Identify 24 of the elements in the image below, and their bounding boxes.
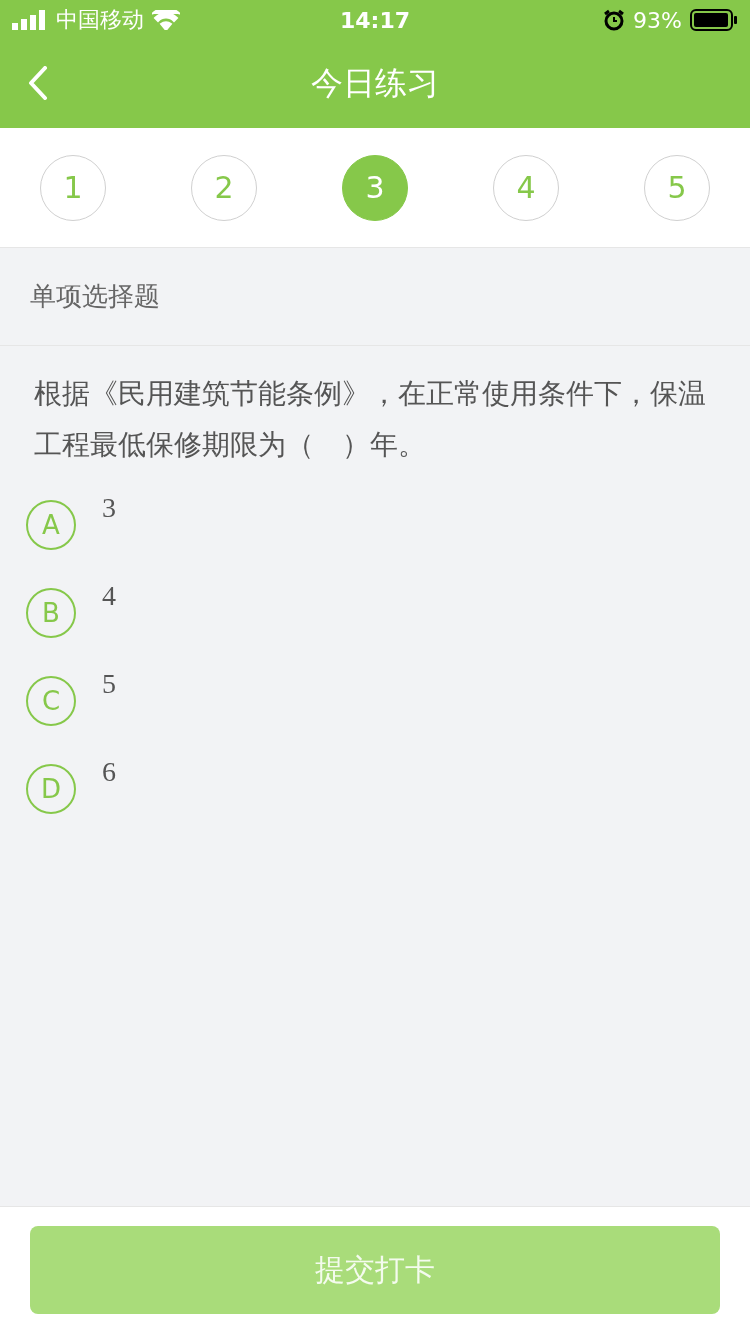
option-letter[interactable]: A bbox=[26, 500, 76, 550]
carrier-name: 中国移动 bbox=[56, 6, 144, 34]
wifi-icon bbox=[152, 10, 180, 30]
signal-icon bbox=[12, 10, 48, 30]
battery-percent: 93% bbox=[633, 7, 682, 33]
option-text[interactable]: 6 bbox=[102, 756, 116, 788]
question-text: 根据《民用建筑节能条例》，在正常使用条件下，保温工程最低保修期限为（ ）年。 bbox=[33, 376, 707, 463]
option-letter[interactable]: C bbox=[26, 676, 76, 726]
option-text[interactable]: 3 bbox=[102, 492, 116, 524]
question-number-tab[interactable]: 1 bbox=[40, 154, 106, 221]
option-text[interactable]: 5 bbox=[102, 668, 116, 700]
question-number-tab[interactable]: 4 bbox=[493, 154, 559, 221]
back-icon[interactable] bbox=[28, 66, 48, 100]
option-text[interactable]: 4 bbox=[102, 580, 116, 612]
status-time: 14:17 bbox=[340, 7, 410, 33]
question-number-tab[interactable]: 3 bbox=[342, 154, 408, 221]
question-type: 单项选择题 bbox=[0, 248, 750, 346]
page-title: 今日练习 bbox=[311, 63, 439, 104]
question-number-tab[interactable]: 2 bbox=[191, 154, 257, 221]
battery-icon bbox=[690, 9, 738, 31]
option-letter[interactable]: B bbox=[26, 588, 76, 638]
question-number-tab[interactable]: 5 bbox=[644, 154, 710, 221]
alarm-icon bbox=[603, 9, 626, 31]
option-letter[interactable]: D bbox=[26, 764, 76, 814]
